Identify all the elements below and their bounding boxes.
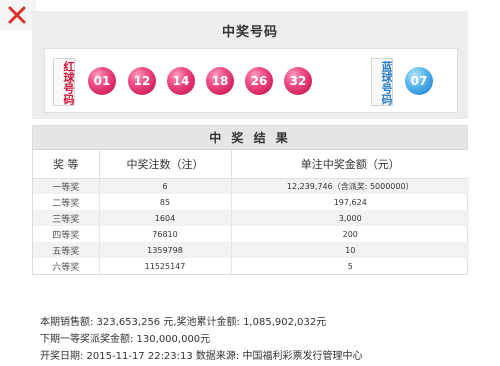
panel-title: 中奖号码 (221, 25, 278, 40)
red-ball: 26 (245, 67, 273, 95)
red-ball: 32 (284, 67, 312, 95)
prize-amount: 3,000 (231, 210, 469, 226)
prize-level: 二等奖 (33, 194, 100, 210)
corner-logo (0, 0, 36, 30)
prize-amount: 197,624 (333, 197, 367, 207)
table-row: 五等奖 1359798 10 (33, 242, 469, 258)
winner-count: 6 (99, 178, 232, 194)
prize-level: 六等奖 (33, 258, 100, 274)
draw-date-info: 开奖日期: 2015-11-17 22:23:13 数据来源: 中国福利彩票发行… (40, 351, 363, 362)
prize-level: 四等奖 (33, 226, 100, 242)
next-jackpot-info: 下期一等奖派奖金额: 130,000,000元 (40, 334, 211, 345)
prize-amount: 5 (347, 261, 353, 271)
table-row: 二等奖 85 197,624 (33, 194, 469, 210)
column-header-count: 中奖注数（注） (99, 150, 232, 179)
red-ball: 12 (128, 67, 156, 95)
winner-count: 1604 (99, 210, 232, 226)
table-row: 一等奖 6 12,239,746（含派奖: 5000000） (33, 178, 469, 194)
column-header-amount: 单注中奖金额（元） (231, 150, 469, 179)
table-title: 中 奖 结 果 (33, 126, 467, 150)
column-header-level: 奖 等 (33, 150, 100, 179)
blue-ball: 07 (405, 67, 433, 95)
sales-info: 本期销售额: 323,653,256 元,奖池累计金额: 1,085,902,0… (40, 317, 327, 328)
table-row: 四等奖 76810 200 (33, 226, 469, 242)
red-ball-label: 红球号码 (53, 58, 75, 106)
prize-level: 三等奖 (33, 210, 100, 226)
prize-results-table: 中 奖 结 果 奖 等 中奖注数（注） 单注中奖金额（元） 一等奖 6 12,2… (32, 125, 469, 275)
winner-count: 1359798 (99, 242, 232, 258)
table-row: 六等奖 11525147 5 (33, 258, 469, 274)
x-mark-icon (8, 6, 26, 24)
red-ball: 18 (206, 67, 234, 95)
winner-count: 11525147 (99, 258, 232, 274)
winner-count: 76810 (99, 226, 232, 242)
blue-ball-label: 蓝球号码 (371, 58, 393, 106)
table-row: 三等奖 1604 3,000 (33, 210, 469, 226)
winner-count: 85 (99, 194, 232, 210)
red-ball: 14 (167, 67, 195, 95)
balls-box: 红球号码 01 12 14 18 26 32 蓝球号码 07 (44, 48, 458, 113)
red-ball: 01 (88, 67, 116, 95)
table-header-row: 奖 等 中奖注数（注） 单注中奖金额（元） (33, 150, 469, 179)
prize-amount: 10 (231, 242, 469, 258)
prize-level: 一等奖 (33, 178, 100, 194)
winning-numbers-panel: 中奖号码 红球号码 01 12 14 18 26 32 蓝球号码 07 (32, 11, 468, 119)
prize-table: 奖 等 中奖注数（注） 单注中奖金额（元） 一等奖 6 12,239,746（含… (33, 150, 469, 274)
prize-amount: 200 (342, 229, 358, 239)
prize-level: 五等奖 (33, 242, 100, 258)
prize-amount: 12,239,746（含派奖: 5000000） (231, 178, 469, 194)
